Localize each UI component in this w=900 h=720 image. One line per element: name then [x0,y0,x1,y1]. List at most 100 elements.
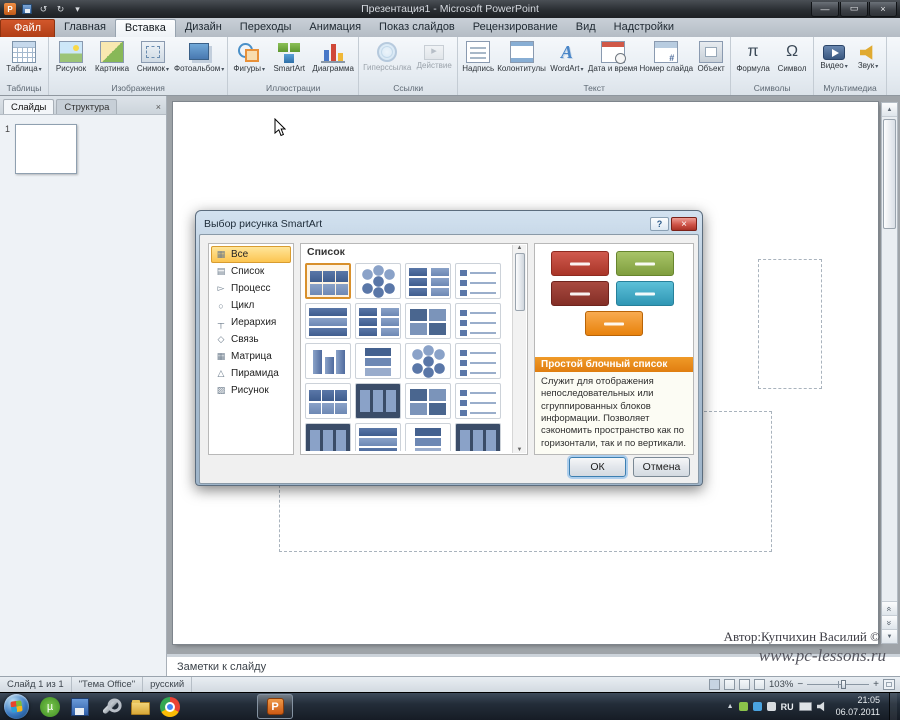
dialog-title-bar[interactable]: Выбор рисунка SmartArt ? × [199,214,699,234]
next-slide-button[interactable]: » [882,615,897,629]
screenshot-button[interactable]: Снимок ▾ [133,40,173,75]
scroll-down-icon[interactable]: ▼ [517,447,523,453]
shapes-button[interactable]: Фигуры ▾ [230,40,268,75]
panel-close-icon[interactable]: × [156,102,161,114]
minimize-button[interactable]: — [811,1,839,17]
picture-button[interactable]: Рисунок [51,40,91,75]
object-button[interactable]: Объект [694,40,728,75]
slideshow-view-button[interactable] [754,679,765,690]
clipart-button[interactable]: Картинка [91,40,133,75]
maximize-button[interactable]: ▭ [840,1,868,17]
tab-view[interactable]: Вид [567,19,605,37]
chart-button[interactable]: Диаграмма [310,40,356,75]
zoom-in-button[interactable]: + [873,679,879,690]
language-indicator[interactable]: русский [143,677,193,692]
category-all[interactable]: ▦ Все [211,246,291,263]
tab-transitions[interactable]: Переходы [231,19,301,37]
undo-button[interactable]: ↺ [37,3,50,16]
equation-button[interactable]: π Формула [733,40,773,75]
category-relationship[interactable]: ◇ Связь [211,331,291,348]
dialog-help-button[interactable]: ? [650,217,669,231]
tab-insert[interactable]: Вставка [114,19,176,37]
vertical-scrollbar[interactable]: ▲ « » ▼ [881,102,898,644]
smartart-thumbnail[interactable] [355,263,401,299]
explorer-taskbar-icon[interactable] [128,695,152,719]
bluetooth-icon[interactable] [752,702,762,711]
smartart-thumbnail[interactable] [355,423,401,451]
previous-slide-button[interactable]: « [882,601,897,615]
start-button[interactable] [4,694,29,719]
photoalbum-button[interactable]: Фотоальбом ▾ [173,40,225,75]
keyboard-layout-icon[interactable] [798,702,812,711]
zoom-slider[interactable] [807,680,870,689]
action-button[interactable]: Действие [413,40,455,72]
headerfooter-button[interactable]: Колонтитулы [496,40,547,75]
smartart-thumbnail[interactable] [305,383,351,419]
category-cycle[interactable]: ○ Цикл [211,297,291,314]
smartart-thumbnail[interactable] [305,423,351,451]
powerpoint-taskbar-button[interactable]: P [257,694,293,719]
category-process[interactable]: ▻ Процесс [211,280,291,297]
cancel-button[interactable]: Отмена [633,457,690,477]
tab-animations[interactable]: Анимация [300,19,370,37]
slide-thumbnail[interactable] [15,124,78,174]
tab-slideshow[interactable]: Показ слайдов [370,19,464,37]
tab-design[interactable]: Дизайн [176,19,231,37]
wordart-button[interactable]: А WordArt ▾ [547,40,587,75]
scroll-up-icon[interactable]: ▲ [517,245,523,251]
zoom-slider-thumb[interactable] [841,680,847,689]
normal-view-button[interactable] [709,679,720,690]
zoom-out-button[interactable]: − [797,679,803,690]
table-button[interactable]: Таблица ▾ [2,40,46,75]
tray-app-icon[interactable] [766,702,776,711]
smartart-thumbnail[interactable] [405,263,451,299]
chrome-taskbar-icon[interactable] [158,695,182,719]
datetime-button[interactable]: Дата и время [587,40,639,75]
smartart-thumbnail[interactable] [355,343,401,379]
volume-icon[interactable] [816,701,825,712]
smartart-thumbnail[interactable] [305,303,351,339]
save-button[interactable] [20,3,33,16]
tools-taskbar-icon[interactable] [98,695,122,719]
powerpoint-app-icon[interactable]: P [4,3,16,15]
close-button[interactable]: × [869,1,897,17]
category-list[interactable]: ▤ Список [211,263,291,280]
smartart-thumbnail[interactable] [455,343,501,379]
textbox-button[interactable]: Надпись [460,40,496,75]
smartart-button[interactable]: SmartArt [268,40,310,75]
smartart-thumbnail[interactable] [455,383,501,419]
tab-home[interactable]: Главная [55,19,115,37]
smartart-thumbnail[interactable] [405,303,451,339]
qat-menu-button[interactable]: ▾ [71,3,84,16]
clock[interactable]: 21:05 06.07.2011 [836,695,880,718]
reading-view-button[interactable] [739,679,750,690]
language-bar[interactable]: RU [781,702,794,712]
fit-to-window-button[interactable] [883,679,895,690]
audio-button[interactable]: Звук ▾ [852,40,884,72]
theme-name[interactable]: "Тема Office" [72,677,144,692]
utorrent-taskbar-icon[interactable]: µ [38,695,62,719]
tab-outline[interactable]: Структура [56,99,118,114]
tab-review[interactable]: Рецензирование [464,19,567,37]
gallery-scrollbar[interactable]: ▲ ▼ [512,245,526,453]
smartart-thumbnail[interactable] [405,423,451,451]
zoom-level[interactable]: 103% [769,679,793,690]
redo-button[interactable]: ↻ [54,3,67,16]
smartart-thumbnail[interactable] [455,423,501,451]
video-button[interactable]: Видео ▾ [816,40,852,72]
smartart-thumbnail[interactable] [305,263,351,299]
tab-slides[interactable]: Слайды [3,99,55,114]
smartart-thumbnail[interactable] [405,383,451,419]
smartart-thumbnail[interactable] [305,343,351,379]
symbol-button[interactable]: Ω Символ [773,40,811,75]
smartart-thumbnail[interactable] [455,263,501,299]
category-pyramid[interactable]: △ Пирамида [211,365,291,382]
tray-expand-icon[interactable]: ▲ [727,703,734,710]
floppy-taskbar-icon[interactable] [68,695,92,719]
tab-file[interactable]: Файл [0,19,56,37]
smartart-thumbnail[interactable] [355,383,401,419]
hyperlink-button[interactable]: Гиперссылка [361,40,413,74]
show-desktop-button[interactable] [889,692,897,720]
scrollbar-thumb[interactable] [514,253,525,311]
smartart-thumbnail[interactable] [405,343,451,379]
